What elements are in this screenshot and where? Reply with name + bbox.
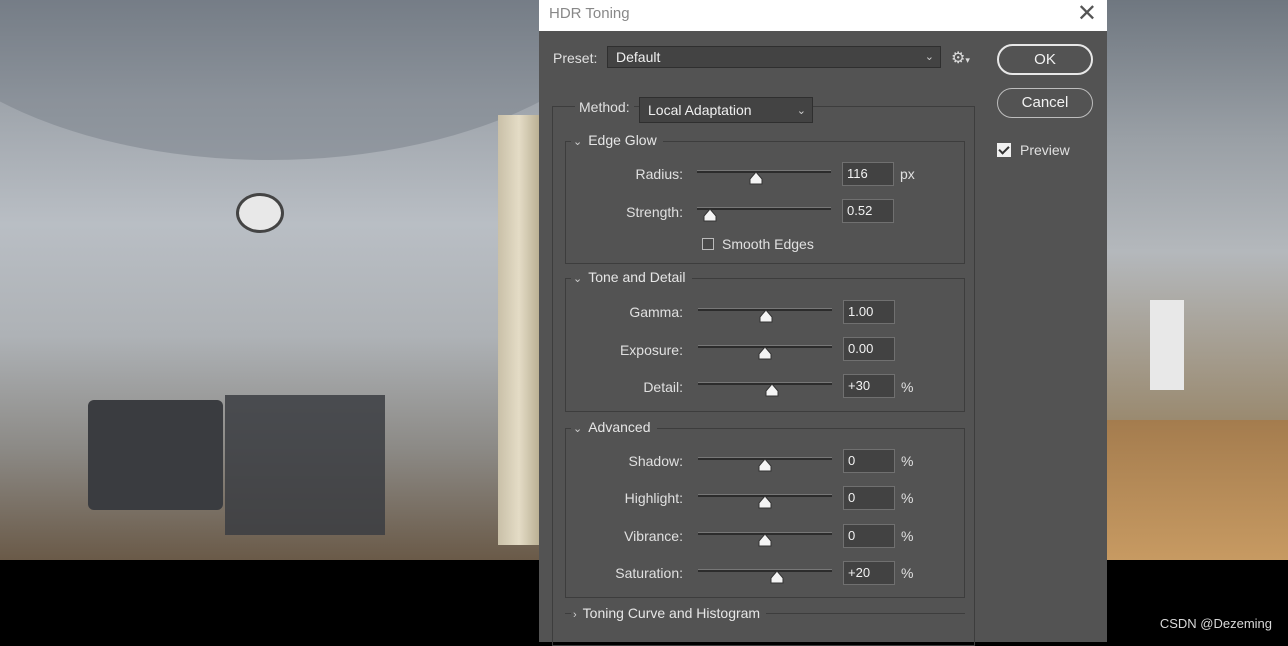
advanced-title: Advanced	[588, 419, 651, 435]
preview-checkbox[interactable]	[997, 143, 1011, 157]
toning-curve-header[interactable]: › Toning Curve and Histogram	[571, 605, 767, 621]
exposure-label: Exposure:	[619, 342, 683, 358]
method-label: Method:	[575, 99, 634, 115]
edge-glow-title: Edge Glow	[588, 132, 657, 148]
tone-detail-title: Tone and Detail	[588, 269, 686, 285]
radius-slider-track[interactable]	[697, 170, 831, 173]
shadow-input[interactable]: 0	[843, 449, 895, 473]
fridge	[1150, 300, 1184, 390]
radius-label: Radius:	[635, 166, 683, 182]
title-bar[interactable]: HDR Toning ✕	[539, 0, 1107, 31]
exposure-input[interactable]: 0.00	[843, 337, 895, 361]
detail-unit: %	[901, 379, 914, 395]
vibrance-input[interactable]: 0	[843, 524, 895, 548]
close-icon[interactable]: ✕	[1077, 1, 1097, 27]
detail-label: Detail:	[643, 379, 683, 395]
saturation-unit: %	[901, 565, 914, 581]
saturation-label: Saturation:	[615, 565, 683, 581]
chevron-down-icon: ⌄	[573, 273, 583, 285]
heater	[88, 400, 223, 510]
smooth-edges-label: Smooth Edges	[722, 236, 814, 252]
ok-button[interactable]: OK	[997, 44, 1093, 75]
kitchen-floor	[1106, 420, 1288, 560]
chevron-down-icon: ⌄	[924, 51, 934, 63]
wall-clock	[236, 193, 284, 233]
tone-detail-header[interactable]: ⌄ Tone and Detail	[571, 269, 692, 285]
advanced-header[interactable]: ⌄ Advanced	[571, 419, 657, 435]
curtain	[498, 115, 540, 545]
strength-input[interactable]: 0.52	[842, 199, 894, 223]
method-dropdown[interactable]: Local Adaptation ⌄	[639, 97, 813, 123]
shadow-unit: %	[901, 453, 914, 469]
toning-curve-title: Toning Curve and Histogram	[582, 605, 761, 621]
watermark: CSDN @Dezeming	[1159, 616, 1272, 631]
saturation-input[interactable]: +20	[843, 561, 895, 585]
preview-label: Preview	[1020, 142, 1070, 158]
radius-unit: px	[900, 166, 915, 182]
method-value: Local Adaptation	[648, 102, 752, 118]
gear-icon[interactable]: ⚙▾	[951, 48, 970, 68]
preset-dropdown[interactable]: Default ⌄	[607, 46, 941, 68]
preset-value: Default	[616, 49, 661, 65]
detail-input[interactable]: +30	[843, 374, 895, 398]
chevron-down-icon: ⌄	[796, 105, 806, 117]
gamma-label: Gamma:	[629, 304, 683, 320]
highlight-unit: %	[901, 490, 914, 506]
highlight-label: Highlight:	[624, 490, 683, 506]
highlight-input[interactable]: 0	[843, 486, 895, 510]
chevron-down-icon: ⌄	[573, 423, 583, 435]
dialog-title: HDR Toning	[549, 5, 630, 22]
shadow-label: Shadow:	[628, 453, 683, 469]
cancel-button[interactable]: Cancel	[997, 88, 1093, 118]
chevron-right-icon: ›	[573, 609, 577, 621]
vibrance-unit: %	[901, 528, 914, 544]
preset-label: Preset:	[553, 50, 598, 66]
vibrance-label: Vibrance:	[624, 528, 683, 544]
radius-input[interactable]: 116	[842, 162, 894, 186]
smooth-edges-checkbox[interactable]	[702, 238, 714, 250]
gamma-input[interactable]: 1.00	[843, 300, 895, 324]
strength-label: Strength:	[626, 204, 683, 220]
saturation-slider-track[interactable]	[698, 569, 832, 572]
chevron-down-icon: ⌄	[573, 136, 583, 148]
edge-glow-header[interactable]: ⌄ Edge Glow	[571, 132, 663, 148]
hdr-toning-dialog: HDR Toning ✕ Preset: Default ⌄ ⚙▾ OK Can…	[539, 0, 1107, 646]
shelf	[225, 395, 385, 535]
